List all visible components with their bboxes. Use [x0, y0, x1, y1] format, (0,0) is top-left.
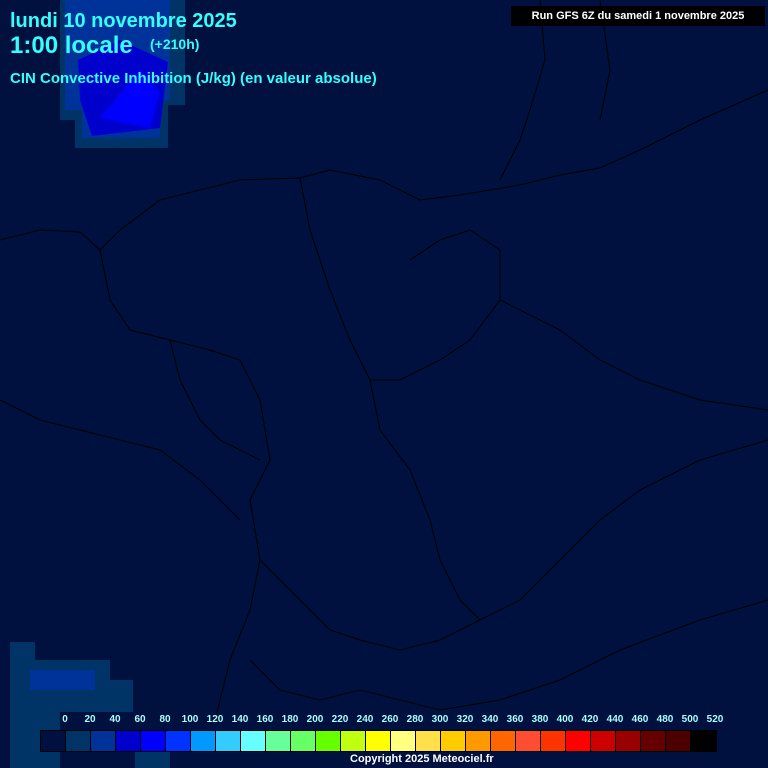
legend-swatch	[191, 731, 216, 751]
legend-label: 140	[231, 714, 249, 725]
copyright: Copyright 2025 Meteociel.fr	[350, 753, 494, 765]
legend-label: 340	[481, 714, 499, 725]
forecast-date: lundi 10 novembre 2025	[10, 10, 237, 32]
legend-label: 80	[159, 714, 171, 725]
parameter-title: CIN Convective Inhibition (J/kg) (en val…	[10, 70, 377, 87]
legend-label: 280	[406, 714, 424, 725]
legend-label: 220	[331, 714, 349, 725]
legend-swatch	[266, 731, 291, 751]
legend-swatch	[591, 731, 616, 751]
legend-label: 320	[456, 714, 474, 725]
legend-label: 200	[306, 714, 324, 725]
legend-label: 0	[62, 714, 68, 725]
color-legend	[40, 730, 717, 752]
cin-field	[10, 0, 185, 768]
legend-label: 440	[606, 714, 624, 725]
legend-label: 360	[506, 714, 524, 725]
legend-label: 60	[134, 714, 146, 725]
legend-swatch	[316, 731, 341, 751]
legend-label: 100	[181, 714, 199, 725]
legend-label: 380	[531, 714, 549, 725]
legend-swatch	[491, 731, 516, 751]
cin-map	[0, 0, 768, 768]
legend-swatch	[666, 731, 691, 751]
legend-swatch	[691, 731, 716, 751]
legend-label: 260	[381, 714, 399, 725]
legend-swatch	[441, 731, 466, 751]
run-info: Run GFS 6Z du samedi 1 novembre 2025	[511, 6, 765, 26]
legend-label: 160	[256, 714, 274, 725]
legend-swatch	[341, 731, 366, 751]
legend-swatch	[216, 731, 241, 751]
legend-swatch	[291, 731, 316, 751]
legend-swatch	[616, 731, 641, 751]
legend-swatch	[166, 731, 191, 751]
legend-label: 460	[631, 714, 649, 725]
legend-swatch	[641, 731, 666, 751]
legend-swatch	[566, 731, 591, 751]
legend-swatch	[41, 731, 66, 751]
legend-label: 420	[581, 714, 599, 725]
legend-label: 480	[656, 714, 674, 725]
legend-swatch	[541, 731, 566, 751]
legend-swatch	[516, 731, 541, 751]
legend-label: 180	[281, 714, 299, 725]
legend-swatch	[66, 731, 91, 751]
legend-swatch	[391, 731, 416, 751]
legend-swatch	[366, 731, 391, 751]
legend-label: 120	[206, 714, 224, 725]
forecast-time: 1:00 locale	[10, 32, 133, 59]
legend-label: 20	[84, 714, 96, 725]
legend-swatch	[91, 731, 116, 751]
legend-swatch	[466, 731, 491, 751]
legend-swatch	[141, 731, 166, 751]
legend-label: 40	[109, 714, 121, 725]
legend-label: 240	[356, 714, 374, 725]
legend-swatch	[241, 731, 266, 751]
legend-label: 400	[556, 714, 574, 725]
forecast-offset: (+210h)	[150, 36, 200, 52]
legend-swatch	[116, 731, 141, 751]
legend-label: 500	[681, 714, 699, 725]
legend-swatch	[416, 731, 441, 751]
legend-label: 520	[706, 714, 724, 725]
legend-label: 300	[431, 714, 449, 725]
